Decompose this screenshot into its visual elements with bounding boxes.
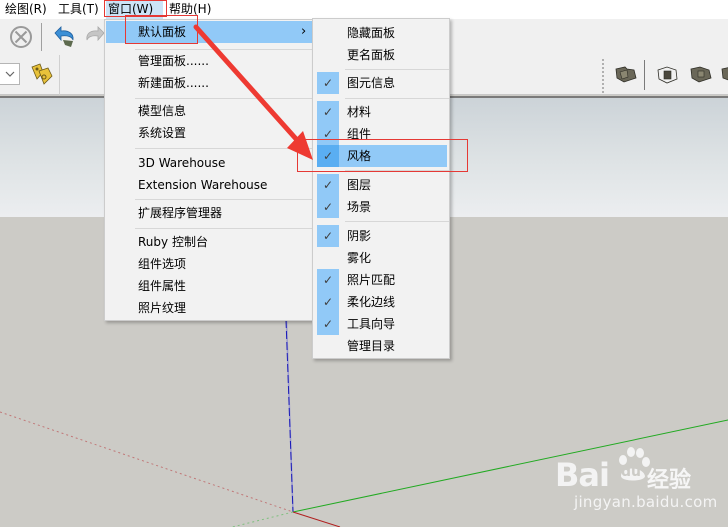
menu-item-component-attributes[interactable]: 组件属性 [138,275,186,297]
baidu-watermark: Bai du 经验 jingyan.baidu.com [555,440,718,520]
menu-item-3d-warehouse[interactable]: 3D Warehouse [138,152,225,174]
check-icon: ✓ [317,269,339,291]
menubar: 绘图(R) 工具(T) 窗口(W) 帮助(H) [0,0,728,19]
submenu-item-shadows[interactable]: 阴影 [347,225,371,247]
submenu-item-outliner[interactable]: 管理目录 [347,335,395,357]
menu-help[interactable]: 帮助(H) [167,0,213,19]
toolbar-separator [644,60,645,90]
check-icon: ✓ [317,145,339,167]
check-icon: ✓ [317,196,339,218]
check-icon: ✓ [317,225,339,247]
menu-separator [345,69,449,70]
submenu-item-instructor[interactable]: 工具向导 [347,313,395,335]
menu-item-preferences[interactable]: 系统设置 [138,122,186,144]
redo-icon[interactable] [84,24,106,50]
stop-icon[interactable] [9,25,33,49]
menu-separator [135,148,313,149]
check-icon: ✓ [317,174,339,196]
submenu-item-styles[interactable]: 风格 [347,145,371,167]
menu-separator [135,228,313,229]
menu-tools[interactable]: 工具(T) [56,0,101,19]
submenu-item-rename-panels[interactable]: 更名面板 [347,44,395,66]
submenu-item-scenes[interactable]: 场景 [347,196,371,218]
watermark-du: du [621,464,641,480]
menu-item-extension-manager[interactable]: 扩展程序管理器 [138,202,222,224]
submenu-item-match-photo[interactable]: 照片匹配 [347,269,395,291]
menu-item-model-info[interactable]: 模型信息 [138,100,186,122]
menu-draw[interactable]: 绘图(R) [3,0,49,19]
outer-shell-icon[interactable] [655,63,681,87]
subtract-icon[interactable] [721,63,728,87]
chevron-right-icon: › [301,24,307,39]
menu-separator [345,221,449,222]
submenu-item-entity-info[interactable]: 图元信息 [347,72,395,94]
window-menu: 默认面板 › 管理面板...... 新建面板...... 模型信息 系统设置 3… [104,19,314,321]
menu-window[interactable]: 窗口(W) [106,0,163,19]
menu-separator [135,98,313,99]
solid-tools-grip[interactable] [602,59,605,93]
submenu-item-components[interactable]: 组件 [347,123,371,145]
default-panels-submenu: 隐藏面板 更名面板 ✓ 图元信息 ✓ 材料 ✓ 组件 ✓ 风格 ✓ 图层 ✓ 场… [312,18,450,359]
menu-item-photo-textures[interactable]: 照片纹理 [138,297,186,319]
submenu-item-layers[interactable]: 图层 [347,174,371,196]
menu-item-highlight [106,21,312,43]
check-icon: ✓ [317,123,339,145]
menu-item-component-options[interactable]: 组件选项 [138,253,186,275]
toolbar-separator [41,23,42,51]
check-icon: ✓ [317,101,339,123]
watermark-text: 经验 [647,468,692,493]
tags-icon[interactable] [29,61,55,87]
check-icon: ✓ [317,72,339,94]
menu-item-extension-warehouse[interactable]: Extension Warehouse [138,174,267,196]
submenu-item-hide-panels[interactable]: 隐藏面板 [347,22,395,44]
menu-item-manage-panels[interactable]: 管理面板...... [138,50,209,72]
union-icon[interactable] [613,63,639,87]
menu-item-new-panel[interactable]: 新建面板...... [138,72,209,94]
intersect-icon[interactable] [688,63,714,87]
menu-separator [135,199,313,200]
watermark-url: jingyan.baidu.com [574,493,718,511]
menu-item-ruby-console[interactable]: Ruby 控制台 [138,231,208,253]
check-icon: ✓ [317,291,339,313]
undo-icon[interactable] [51,24,77,50]
layer-dropdown[interactable] [0,63,20,85]
check-icon: ✓ [317,313,339,335]
submenu-item-soften-edges[interactable]: 柔化边线 [347,291,395,313]
chevron-down-icon [5,68,15,82]
submenu-item-materials[interactable]: 材料 [347,101,371,123]
menu-separator [345,98,449,99]
toolbar-separator [59,55,60,95]
menu-item-default-panels[interactable]: 默认面板 [138,21,186,43]
submenu-item-fog[interactable]: 雾化 [347,247,371,269]
menu-separator [345,170,449,171]
watermark-brand: Bai [555,456,610,494]
